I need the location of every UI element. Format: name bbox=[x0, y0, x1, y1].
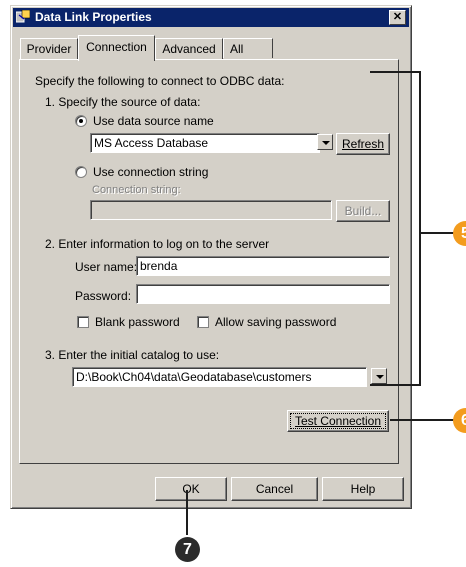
callout-7-badge: 7 bbox=[175, 537, 200, 562]
callout-lines bbox=[186, 71, 456, 535]
